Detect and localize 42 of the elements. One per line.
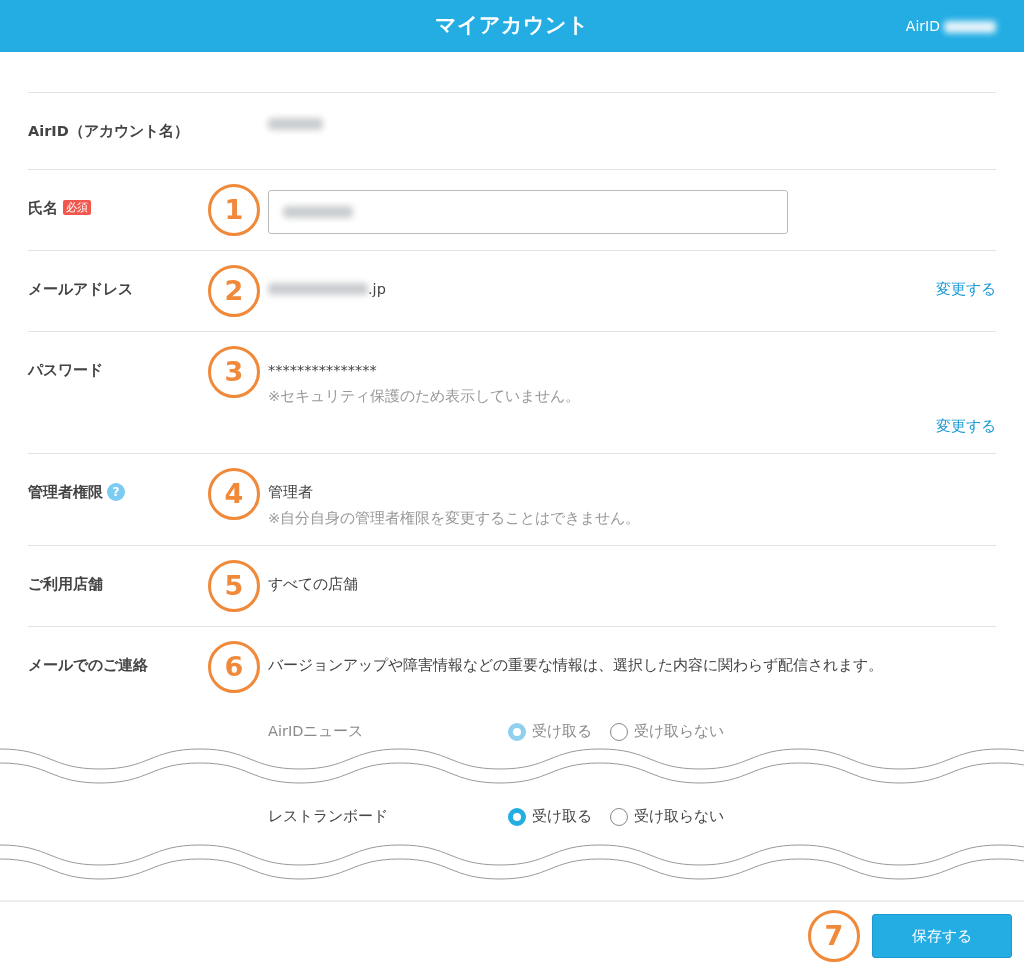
- change-link[interactable]: 変更する: [936, 276, 996, 302]
- step-marker: 3: [208, 346, 260, 398]
- radio-button[interactable]: [610, 808, 628, 826]
- note-text: ※自分自身の管理者権限を変更することはできません。: [268, 509, 642, 528]
- step-marker: 4: [208, 468, 260, 520]
- page-title: マイアカウント: [435, 12, 589, 40]
- field-value: すべての店舗: [268, 575, 358, 594]
- field-value: 管理者: [268, 483, 313, 502]
- field-label: ご利用店舗: [28, 576, 103, 592]
- required-badge: 必須: [63, 200, 92, 215]
- radio-button[interactable]: [508, 808, 526, 826]
- option-label: 受け取る: [532, 807, 592, 827]
- radio-button[interactable]: [508, 723, 526, 741]
- name-field[interactable]: [268, 190, 788, 234]
- step-marker: 7: [808, 910, 860, 962]
- field-value: .jp: [368, 280, 386, 299]
- account-label: AirID: [905, 17, 940, 36]
- field-value: バージョンアップや障害情報などの重要な情報は、選択した内容に関わらず配信されます。: [268, 656, 883, 675]
- step-marker: 2: [208, 265, 260, 317]
- radio-option[interactable]: 受け取る: [508, 721, 592, 743]
- radio-button[interactable]: [610, 723, 628, 741]
- change-link[interactable]: 変更する: [936, 418, 996, 434]
- field-label: 管理者権限: [28, 484, 103, 500]
- field-value: ***************: [268, 361, 377, 380]
- radio-option[interactable]: 受け取らない: [610, 806, 724, 828]
- field-label: 氏名: [28, 200, 58, 216]
- save-button[interactable]: 保存する: [872, 914, 1012, 958]
- step-marker: 6: [208, 641, 260, 693]
- option-label: 受け取らない: [634, 807, 724, 827]
- subscription-name: レストランボード: [268, 807, 389, 827]
- option-label: 受け取る: [532, 722, 592, 742]
- field-label: メールアドレス: [28, 281, 133, 297]
- step-marker: 1: [208, 184, 260, 236]
- radio-option[interactable]: 受け取らない: [610, 721, 724, 743]
- subscription-name: AirIDニュース: [268, 722, 365, 742]
- step-marker: 5: [208, 560, 260, 612]
- radio-option[interactable]: 受け取る: [508, 806, 592, 828]
- field-label: メールでのご連絡: [28, 657, 148, 673]
- field-label: AirID（アカウント名）: [28, 123, 189, 139]
- note-text: ※セキュリティ保護のため表示していません。: [268, 387, 582, 406]
- option-label: 受け取らない: [634, 722, 724, 742]
- field-label: パスワード: [28, 362, 103, 378]
